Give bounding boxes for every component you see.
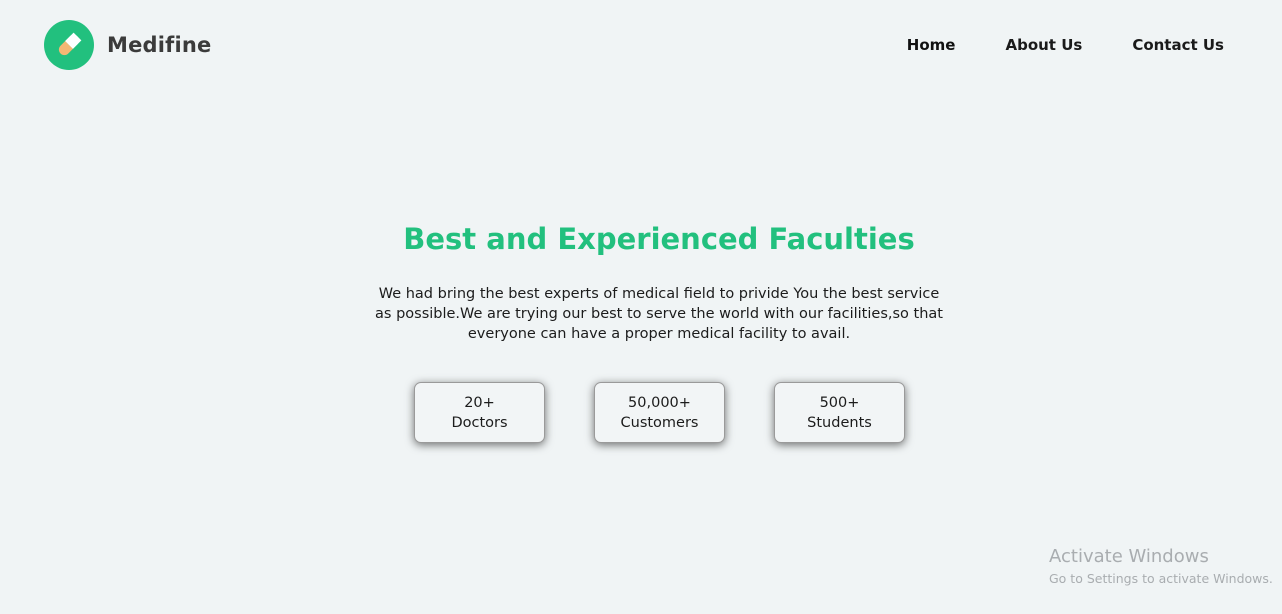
stat-value: 500+ bbox=[819, 394, 860, 411]
watermark-subtitle: Go to Settings to activate Windows. bbox=[1049, 571, 1273, 586]
stat-card-customers: 50,000+ Customers bbox=[594, 382, 725, 443]
stat-label: Doctors bbox=[451, 414, 508, 431]
brand-name: Medifine bbox=[107, 33, 212, 57]
stat-label: Students bbox=[807, 414, 872, 431]
hero-title: Best and Experienced Faculties bbox=[403, 222, 915, 256]
nav-contact-us[interactable]: Contact Us bbox=[1132, 36, 1224, 54]
pill-icon bbox=[44, 20, 94, 70]
stat-value: 50,000+ bbox=[628, 394, 691, 411]
logo[interactable]: Medifine bbox=[44, 20, 212, 70]
stat-label: Customers bbox=[620, 414, 699, 431]
stat-card-students: 500+ Students bbox=[774, 382, 905, 443]
nav-about-us[interactable]: About Us bbox=[1005, 36, 1082, 54]
page: Medifine Home About Us Contact Us Best a… bbox=[0, 0, 1282, 614]
nav-home[interactable]: Home bbox=[907, 36, 956, 54]
hero-description: We had bring the best experts of medical… bbox=[375, 286, 943, 342]
main-nav: Home About Us Contact Us bbox=[907, 36, 1224, 54]
stats-row: 20+ Doctors 50,000+ Customers 500+ Stude… bbox=[414, 382, 905, 443]
stat-card-doctors: 20+ Doctors bbox=[414, 382, 545, 443]
activate-windows-watermark: Activate Windows Go to Settings to activ… bbox=[1049, 546, 1273, 588]
watermark-title: Activate Windows bbox=[1049, 546, 1209, 567]
stat-value: 20+ bbox=[464, 394, 495, 411]
